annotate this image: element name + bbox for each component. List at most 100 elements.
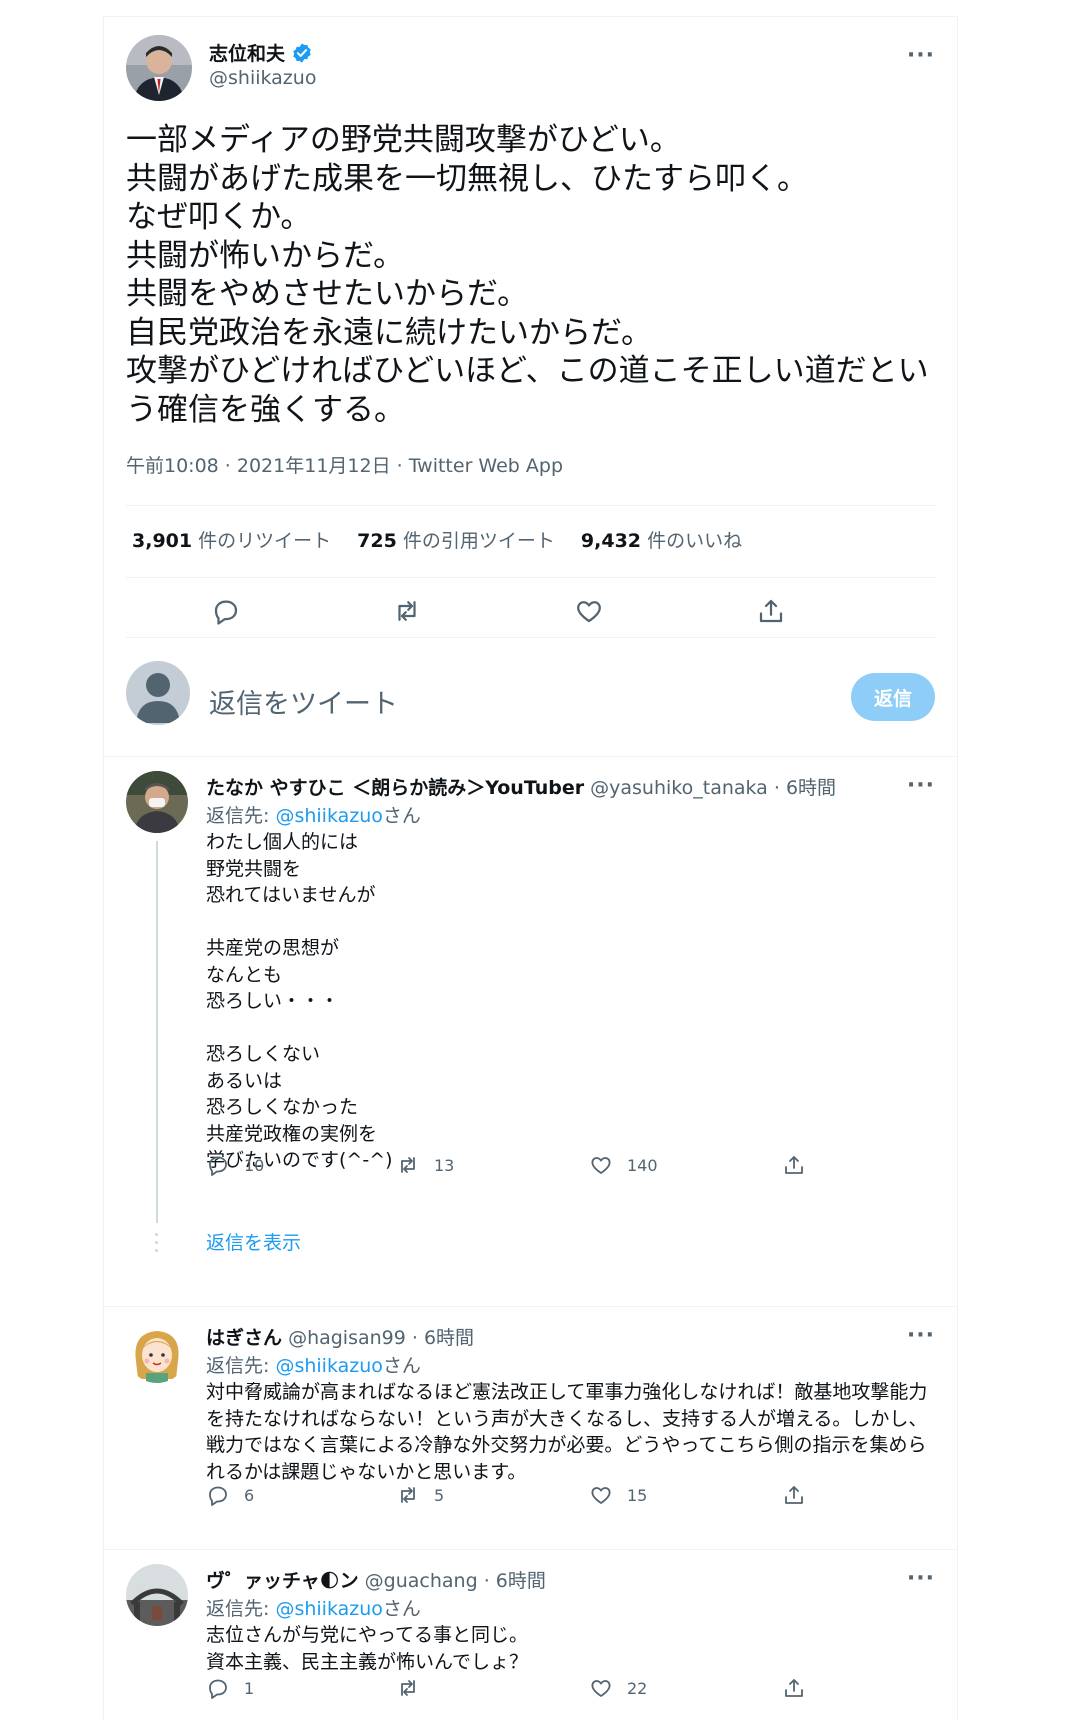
retweet-icon: [401, 1487, 415, 1503]
share-icon[interactable]: [756, 596, 786, 626]
reply-text: わたし個人的には 野党共闘を 恐れてはいませんが 共産党の思想が なんとも 恐ろ…: [206, 831, 393, 1171]
reply-to-suffix: さん: [382, 1598, 421, 1620]
more-options-icon[interactable]: ···: [907, 1325, 935, 1347]
reply-tweet[interactable]: はぎさん @hagisan99 · 6時間 ··· 返信先: @shiikazu…: [104, 1307, 957, 1550]
user-avatar[interactable]: [126, 661, 190, 725]
reply-icon: [209, 1486, 227, 1506]
reply-count: 1: [244, 1678, 255, 1698]
tweet-text: 一部メディアの野党共闘攻撃がひどい。 共闘があげた成果を一切無視し、ひたすら叩く…: [126, 122, 929, 428]
divider: [126, 577, 936, 578]
reply-text: 志位さんが与党にやってる事と同じ。 資本主義、民主主義が怖いんでしょ？: [206, 1624, 529, 1673]
retweet-count: 13: [434, 1155, 455, 1175]
tweet-actions: [126, 590, 936, 634]
more-options-icon[interactable]: ···: [907, 45, 935, 67]
reply-to-label: 返信先:: [206, 1355, 276, 1377]
like-action[interactable]: 22: [589, 1676, 647, 1700]
author-avatar[interactable]: [126, 35, 192, 101]
show-replies-link[interactable]: 返信を表示: [206, 1228, 301, 1255]
likes-label: 件のいいね: [647, 530, 743, 552]
reply-handle-time[interactable]: @yasuhiko_tanaka · 6時間: [590, 777, 836, 799]
reply-to-mention[interactable]: @shiikazuo: [275, 805, 382, 827]
reply-to: 返信先: @shiikazuoさん: [206, 1594, 421, 1621]
reply-action[interactable]: 10: [206, 1153, 264, 1177]
reply-text: 対中脅威論が高まればなるほど憲法改正して軍事力強化しなければ！敵基地攻撃能力を持…: [206, 1381, 928, 1483]
reply-tweet[interactable]: ヴ゜ァッチャ🌓ン @guachang · 6時間 ··· 返信先: @shiik…: [104, 1550, 957, 1721]
tweet-timestamp[interactable]: 午前10:08 · 2021年11月12日 · Twitter Web App: [126, 451, 563, 478]
reply-composer: 返信をツイート 返信: [104, 645, 957, 757]
reply-to-suffix: さん: [382, 1355, 421, 1377]
more-options-icon[interactable]: ···: [907, 1568, 935, 1590]
thread-dots: [155, 1233, 159, 1257]
thread-line: [156, 841, 158, 1223]
reply-input[interactable]: 返信をツイート: [209, 682, 398, 721]
reply-author-name[interactable]: たなか やすひこ ＜朗らか読み＞YouTuber: [206, 777, 584, 799]
reply-count: 6: [244, 1485, 255, 1505]
like-icon[interactable]: [574, 596, 604, 626]
reply-avatar[interactable]: [126, 1321, 188, 1383]
reply-to: 返信先: @shiikazuoさん: [206, 801, 421, 828]
share-icon: [785, 1679, 803, 1697]
reply-header: ヴ゜ァッチャ🌓ン @guachang · 6時間: [206, 1566, 546, 1593]
share-action[interactable]: [782, 1483, 806, 1507]
retweet-icon: [401, 1680, 415, 1696]
likes-stat[interactable]: 9,432 件のいいね: [581, 526, 742, 553]
retweet-count: 5: [434, 1485, 445, 1505]
timeline-column: 志位和夫 @shiikazuo ··· 一部メディアの野党共闘攻撃がひどい。 共…: [103, 16, 958, 1720]
tweet-stats: 3,901 件のリツイート 725 件の引用ツイート 9,432 件のいいね: [132, 526, 742, 553]
like-icon: [591, 1680, 611, 1697]
reply-icon: [209, 1156, 227, 1176]
reply-to-label: 返信先:: [206, 1598, 276, 1620]
share-icon: [785, 1156, 803, 1174]
reply-handle-time[interactable]: @hagisan99 · 6時間: [288, 1327, 474, 1349]
retweet-icon[interactable]: [392, 596, 422, 626]
reply-header: たなか やすひこ ＜朗らか読み＞YouTuber @yasuhiko_tanak…: [206, 773, 836, 800]
like-count: 22: [627, 1678, 648, 1698]
like-action[interactable]: 15: [589, 1483, 647, 1507]
divider: [126, 505, 936, 506]
author-name[interactable]: 志位和夫: [209, 39, 313, 66]
share-icon: [785, 1486, 803, 1504]
retweet-icon: [401, 1157, 415, 1173]
reply-header: はぎさん @hagisan99 · 6時間: [206, 1323, 474, 1350]
reply-button[interactable]: 返信: [851, 673, 935, 721]
reply-to-mention[interactable]: @shiikazuo: [275, 1598, 382, 1620]
reply-handle-time[interactable]: @guachang · 6時間: [365, 1570, 546, 1592]
retweets-label: 件のリツイート: [198, 530, 332, 552]
retweets-stat[interactable]: 3,901 件のリツイート: [132, 526, 331, 553]
divider: [126, 637, 936, 638]
reply-action[interactable]: 1: [206, 1676, 254, 1700]
author-handle[interactable]: @shiikazuo: [209, 67, 316, 89]
reply-to-mention[interactable]: @shiikazuo: [275, 1355, 382, 1377]
like-count: 15: [627, 1485, 648, 1505]
reply-action[interactable]: 6: [206, 1483, 254, 1507]
retweet-action[interactable]: 5: [396, 1483, 444, 1507]
quotes-count: 725: [357, 530, 397, 552]
reply-actions: 6 5 15: [206, 1483, 806, 1513]
verified-badge-icon: [293, 42, 311, 63]
like-count: 140: [627, 1155, 658, 1175]
retweet-action[interactable]: [396, 1676, 434, 1700]
share-action[interactable]: [782, 1153, 806, 1177]
like-icon: [591, 1157, 611, 1174]
reply-author-name[interactable]: ヴ゜ァッチャ🌓ン: [206, 1570, 359, 1592]
reply-icon: [209, 1679, 227, 1699]
reply-count: 10: [244, 1155, 265, 1175]
reply-to-label: 返信先:: [206, 805, 276, 827]
likes-count: 9,432: [580, 530, 642, 552]
author-name-text[interactable]: 志位和夫: [209, 39, 285, 66]
quotes-stat[interactable]: 725 件の引用ツイート: [357, 526, 555, 553]
retweets-count: 3,901: [132, 530, 193, 552]
like-icon: [591, 1487, 611, 1504]
reply-avatar[interactable]: [126, 771, 188, 833]
reply-avatar[interactable]: [126, 1564, 188, 1626]
share-action[interactable]: [782, 1676, 806, 1700]
reply-to: 返信先: @shiikazuoさん: [206, 1351, 421, 1378]
reply-actions: 10 13 140: [206, 1153, 806, 1183]
reply-icon[interactable]: [211, 596, 241, 626]
more-options-icon[interactable]: ···: [907, 775, 935, 797]
reply-tweet[interactable]: たなか やすひこ ＜朗らか読み＞YouTuber @yasuhiko_tanak…: [104, 757, 957, 1307]
reply-author-name[interactable]: はぎさん: [206, 1327, 282, 1349]
like-action[interactable]: 140: [589, 1153, 658, 1177]
retweet-action[interactable]: 13: [396, 1153, 454, 1177]
quotes-label: 件の引用ツイート: [402, 530, 555, 552]
